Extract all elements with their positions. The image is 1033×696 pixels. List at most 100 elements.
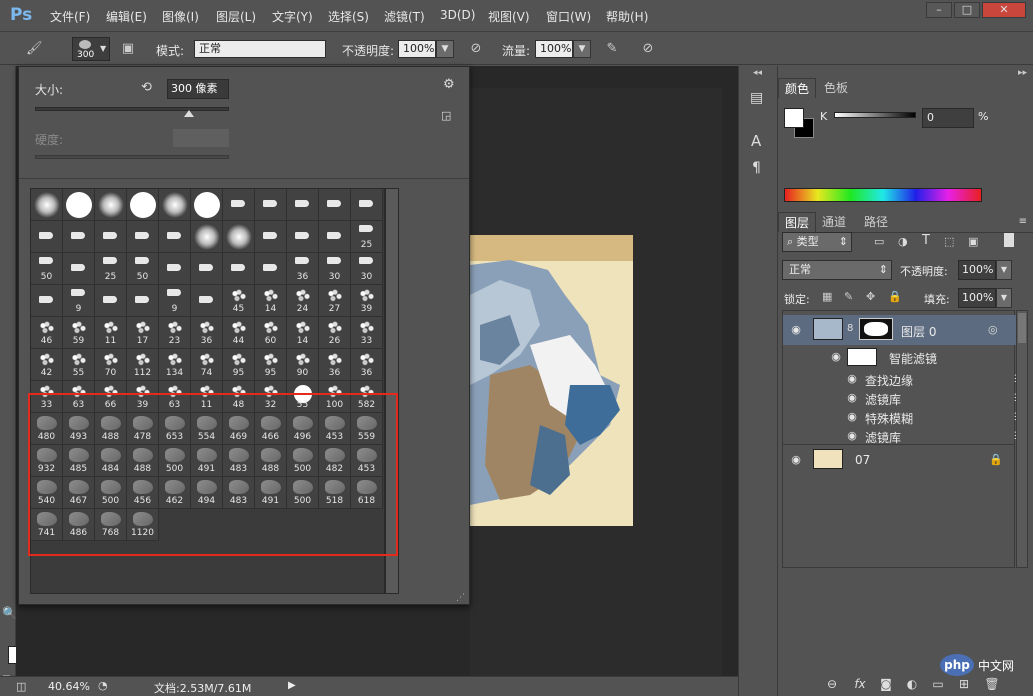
- opacity-field[interactable]: 100%: [398, 40, 436, 58]
- brush-preset-picker[interactable]: 300 ▼: [72, 37, 110, 61]
- flow-dropdown-icon[interactable]: ▼: [573, 40, 591, 58]
- brush-preset-cell[interactable]: [319, 221, 351, 253]
- eye-icon[interactable]: ◉: [829, 351, 843, 362]
- brush-preset-cell[interactable]: 74: [191, 349, 223, 381]
- brush-preset-cell[interactable]: 50: [31, 253, 63, 285]
- hardness-slider[interactable]: [35, 155, 229, 159]
- filter-row[interactable]: ◉ 滤镜库 ☰: [783, 426, 1023, 445]
- brush-preset-cell[interactable]: 95: [223, 349, 255, 381]
- brush-preset-cell[interactable]: [31, 221, 63, 253]
- brush-preset-cell[interactable]: [63, 253, 95, 285]
- filter-row[interactable]: ◉ 滤镜库 ☰: [783, 388, 1023, 407]
- adjustment-layer-icon[interactable]: ◐: [904, 677, 920, 691]
- foreground-color-swatch[interactable]: [784, 108, 804, 128]
- brush-preset-cell[interactable]: [63, 189, 95, 221]
- new-layer-icon[interactable]: ⊞: [956, 677, 972, 691]
- eye-icon[interactable]: ◉: [789, 324, 803, 335]
- eye-icon[interactable]: ◉: [845, 411, 859, 422]
- opacity-dropdown-icon[interactable]: ▼: [436, 40, 454, 58]
- brush-preset-cell[interactable]: [95, 221, 127, 253]
- add-mask-icon[interactable]: ◙: [878, 677, 894, 691]
- brush-preset-cell[interactable]: 60: [255, 317, 287, 349]
- brush-preset-cell[interactable]: 25: [95, 253, 127, 285]
- brush-preset-cell[interactable]: 45: [223, 285, 255, 317]
- brush-preset-cell[interactable]: [255, 253, 287, 285]
- airbrush-icon[interactable]: ✎: [604, 41, 620, 57]
- brush-preset-cell[interactable]: [351, 189, 383, 221]
- resize-grip-icon[interactable]: ⋰: [456, 593, 465, 603]
- brush-preset-cell[interactable]: [191, 285, 223, 317]
- size-slider-thumb[interactable]: [184, 110, 195, 117]
- filter-row[interactable]: ◉ 查找边缘 ☰: [783, 369, 1023, 388]
- layer-mask-thumbnail[interactable]: [859, 318, 893, 340]
- screen-mode-icon[interactable]: ◫: [16, 680, 26, 693]
- hardness-field[interactable]: [173, 129, 229, 147]
- size-field[interactable]: 300 像素: [167, 79, 229, 99]
- brush-preset-cell[interactable]: 36: [287, 253, 319, 285]
- layers-scrollbar[interactable]: [1016, 310, 1028, 568]
- brush-preset-cell[interactable]: 39: [351, 285, 383, 317]
- smart-filters-row[interactable]: ◉ 智能滤镜: [783, 345, 1018, 369]
- eye-icon[interactable]: ◉: [845, 430, 859, 441]
- menu-image[interactable]: 图像(I): [162, 8, 199, 25]
- brush-preset-cell[interactable]: [223, 221, 255, 253]
- brush-preset-cell[interactable]: [223, 253, 255, 285]
- brush-preset-cell[interactable]: [255, 221, 287, 253]
- document-image[interactable]: [470, 235, 633, 526]
- delete-layer-icon[interactable]: 🗑: [984, 677, 1000, 691]
- brush-preset-cell[interactable]: 70: [95, 349, 127, 381]
- brush-preset-cell[interactable]: 30: [319, 253, 351, 285]
- brush-preset-cell[interactable]: [287, 189, 319, 221]
- eye-icon[interactable]: ◉: [789, 454, 803, 465]
- brush-preset-cell[interactable]: 112: [127, 349, 159, 381]
- brush-preset-cell[interactable]: 9: [159, 285, 191, 317]
- chevron-down-icon[interactable]: ▼: [996, 260, 1012, 280]
- fill-field[interactable]: 100%: [958, 288, 996, 308]
- brush-preset-cell[interactable]: [223, 189, 255, 221]
- lock-all-icon[interactable]: 🔒: [888, 290, 902, 303]
- brush-preset-cell[interactable]: 36: [351, 349, 383, 381]
- paragraph-icon[interactable]: ¶: [752, 160, 761, 176]
- brush-preset-cell[interactable]: 23: [159, 317, 191, 349]
- expand-icon[interactable]: ▸▸: [1018, 68, 1027, 78]
- menu-filter[interactable]: 滤镜(T): [384, 8, 425, 25]
- toggle-brush-panel-icon[interactable]: ▣: [120, 41, 136, 57]
- character-icon[interactable]: A: [751, 132, 761, 150]
- brush-preset-cell[interactable]: [31, 189, 63, 221]
- eye-icon[interactable]: ◉: [845, 392, 859, 403]
- eye-icon[interactable]: ◉: [845, 373, 859, 384]
- tab-layers[interactable]: 图层: [778, 212, 817, 232]
- type-filter-icon[interactable]: T: [922, 233, 930, 248]
- brush-preset-cell[interactable]: 33: [351, 317, 383, 349]
- brush-preset-cell[interactable]: 9: [63, 285, 95, 317]
- brush-tool-icon[interactable]: 🖌: [26, 41, 43, 57]
- brush-preset-cell[interactable]: 55: [63, 349, 95, 381]
- brush-preset-cell[interactable]: [127, 221, 159, 253]
- layer-kind-filter[interactable]: ⌕ 类型 ⇕: [782, 232, 852, 252]
- image-filter-icon[interactable]: ▭: [874, 235, 884, 248]
- gear-icon[interactable]: ⚙: [443, 77, 455, 92]
- menu-layer[interactable]: 图层(L): [216, 8, 256, 25]
- channel-slider[interactable]: [834, 112, 916, 118]
- brush-preset-cell[interactable]: [191, 221, 223, 253]
- brush-preset-cell[interactable]: 90: [287, 349, 319, 381]
- layer-opacity-field[interactable]: 100%: [958, 260, 996, 280]
- restore-button[interactable]: □: [954, 2, 980, 18]
- brush-preset-cell[interactable]: [31, 285, 63, 317]
- brush-preset-cell[interactable]: 14: [287, 317, 319, 349]
- brush-preset-cell[interactable]: [159, 189, 191, 221]
- collapse-icon[interactable]: ◂◂: [753, 68, 762, 78]
- brush-preset-cell[interactable]: [95, 189, 127, 221]
- brush-preset-cell[interactable]: 134: [159, 349, 191, 381]
- lock-transparency-icon[interactable]: ▦: [822, 290, 832, 303]
- brush-preset-cell[interactable]: [63, 221, 95, 253]
- zoom-level[interactable]: 40.64%: [48, 680, 90, 693]
- brush-preset-cell[interactable]: 24: [287, 285, 319, 317]
- pressure-opacity-icon[interactable]: ⊘: [468, 41, 484, 57]
- menu-select[interactable]: 选择(S): [328, 8, 369, 25]
- channel-field[interactable]: 0: [922, 108, 974, 128]
- reset-size-icon[interactable]: ⟲: [141, 80, 152, 95]
- lock-position-icon[interactable]: ✥: [866, 290, 875, 303]
- brush-preset-cell[interactable]: [127, 285, 159, 317]
- brush-preset-cell[interactable]: 26: [319, 317, 351, 349]
